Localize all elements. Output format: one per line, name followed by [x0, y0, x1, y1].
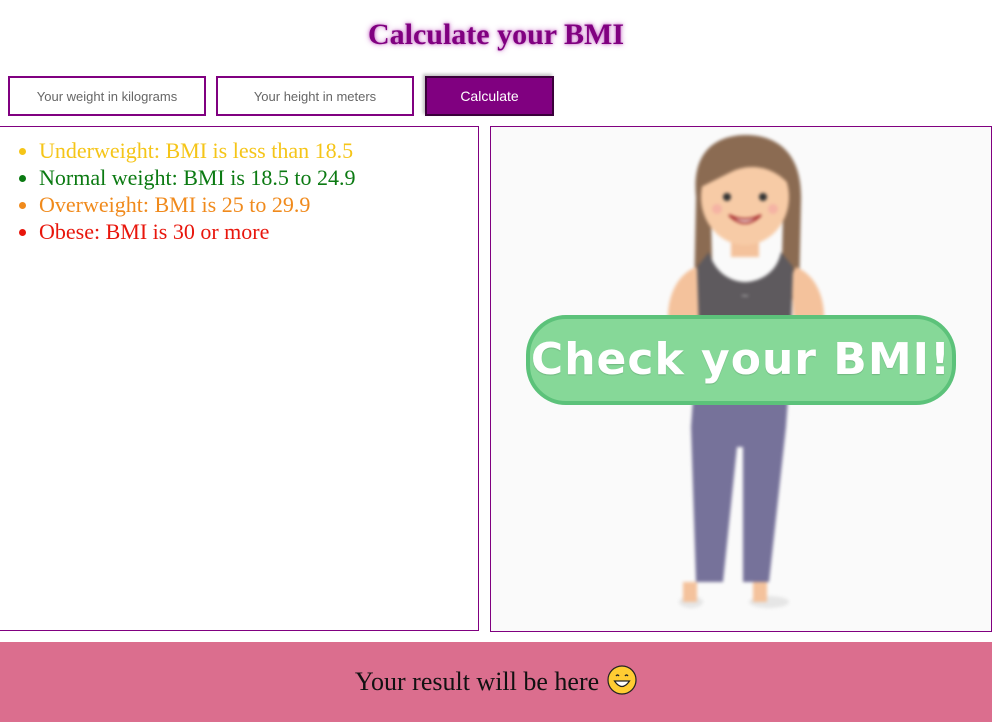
- category-obese: Obese: BMI is 30 or more: [39, 218, 478, 245]
- bmi-categories-panel: Underweight: BMI is less than 18.5 Norma…: [0, 126, 479, 631]
- calculate-button[interactable]: Calculate: [425, 76, 554, 116]
- result-text: Your result will be here: [354, 667, 600, 696]
- weight-input[interactable]: [8, 76, 206, 116]
- svg-text:~: ~: [741, 291, 749, 302]
- bmi-category-list: Underweight: BMI is less than 18.5 Norma…: [0, 137, 478, 245]
- category-underweight: Underweight: BMI is less than 18.5: [39, 137, 478, 164]
- result-bar: Your result will be here: [0, 642, 992, 722]
- grinning-face-icon: [607, 664, 637, 700]
- check-bmi-badge: Check your BMI!: [526, 315, 956, 405]
- hero-image-panel: ~ Check your BMI!: [490, 126, 992, 632]
- category-overweight: Overweight: BMI is 25 to 29.9: [39, 191, 478, 218]
- page-title: Calculate your BMI: [367, 18, 625, 51]
- category-normal-weight: Normal weight: BMI is 18.5 to 24.9: [39, 164, 478, 191]
- height-input[interactable]: [216, 76, 414, 116]
